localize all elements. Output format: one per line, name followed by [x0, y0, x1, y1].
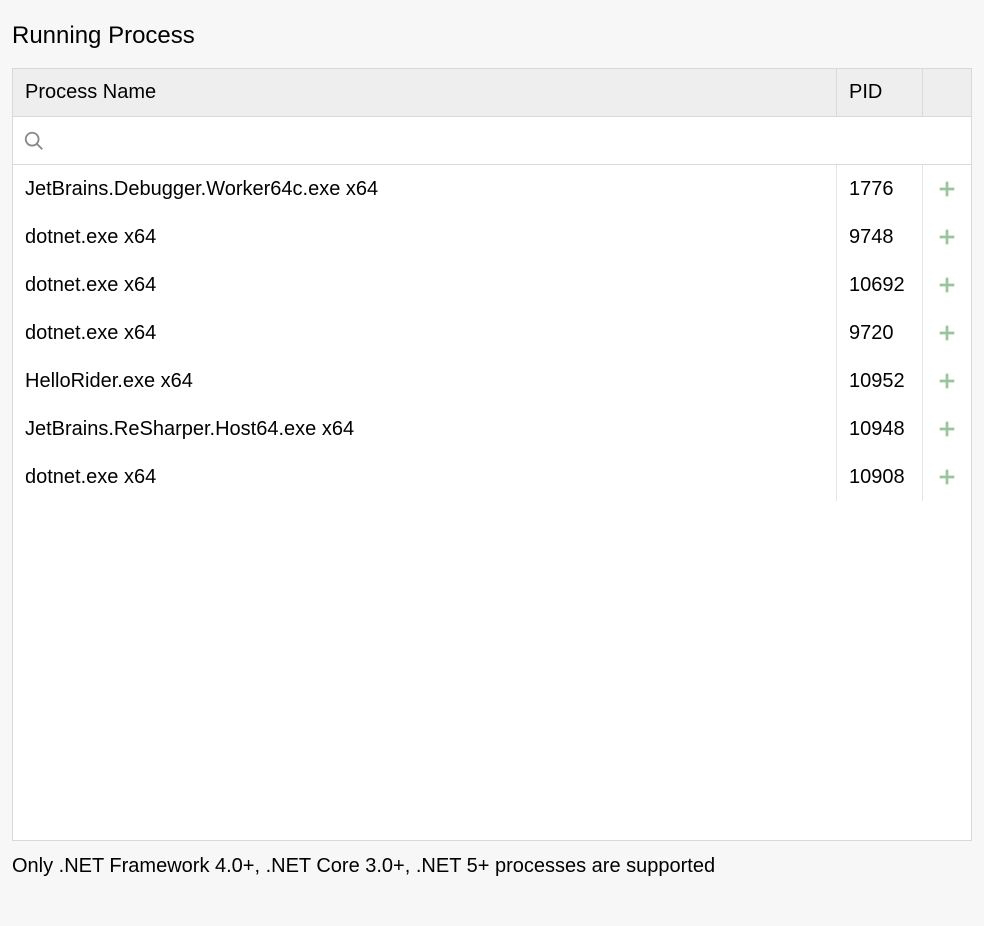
attach-cell [923, 357, 971, 405]
process-pid: 10908 [837, 453, 923, 501]
table-row[interactable]: JetBrains.ReSharper.Host64.exe x6410948 [13, 405, 971, 453]
column-header-action [923, 69, 971, 116]
footer-note: Only .NET Framework 4.0+, .NET Core 3.0+… [12, 855, 972, 878]
table-row[interactable]: dotnet.exe x649748 [13, 213, 971, 261]
table-body: JetBrains.Debugger.Worker64c.exe x641776… [13, 165, 971, 840]
attach-cell [923, 261, 971, 309]
table-row[interactable]: dotnet.exe x6410908 [13, 453, 971, 501]
process-name: dotnet.exe x64 [13, 261, 837, 309]
plus-icon[interactable] [935, 177, 959, 201]
column-header-pid[interactable]: PID [837, 69, 923, 116]
plus-icon[interactable] [935, 321, 959, 345]
plus-icon[interactable] [935, 369, 959, 393]
attach-cell [923, 405, 971, 453]
table-row[interactable]: dotnet.exe x6410692 [13, 261, 971, 309]
table-row[interactable]: HelloRider.exe x6410952 [13, 357, 971, 405]
plus-icon[interactable] [935, 417, 959, 441]
search-input[interactable] [45, 130, 961, 152]
process-name: JetBrains.Debugger.Worker64c.exe x64 [13, 165, 837, 213]
process-pid: 9720 [837, 309, 923, 357]
process-pid: 10692 [837, 261, 923, 309]
attach-cell [923, 453, 971, 501]
search-row [13, 117, 971, 165]
process-name: dotnet.exe x64 [13, 213, 837, 261]
attach-cell [923, 165, 971, 213]
table-row[interactable]: JetBrains.Debugger.Worker64c.exe x641776 [13, 165, 971, 213]
plus-icon[interactable] [935, 225, 959, 249]
process-pid: 9748 [837, 213, 923, 261]
process-name: JetBrains.ReSharper.Host64.exe x64 [13, 405, 837, 453]
plus-icon[interactable] [935, 465, 959, 489]
process-pid: 10948 [837, 405, 923, 453]
process-pid: 10952 [837, 357, 923, 405]
search-icon [23, 130, 45, 152]
column-header-name[interactable]: Process Name [13, 69, 837, 116]
process-name: HelloRider.exe x64 [13, 357, 837, 405]
table-row[interactable]: dotnet.exe x649720 [13, 309, 971, 357]
process-name: dotnet.exe x64 [13, 309, 837, 357]
attach-cell [923, 213, 971, 261]
process-name: dotnet.exe x64 [13, 453, 837, 501]
attach-cell [923, 309, 971, 357]
plus-icon[interactable] [935, 273, 959, 297]
process-table: Process Name PID JetBrains.Debugger.Work… [12, 68, 972, 841]
page-title: Running Process [12, 22, 972, 50]
process-pid: 1776 [837, 165, 923, 213]
table-header: Process Name PID [13, 69, 971, 117]
